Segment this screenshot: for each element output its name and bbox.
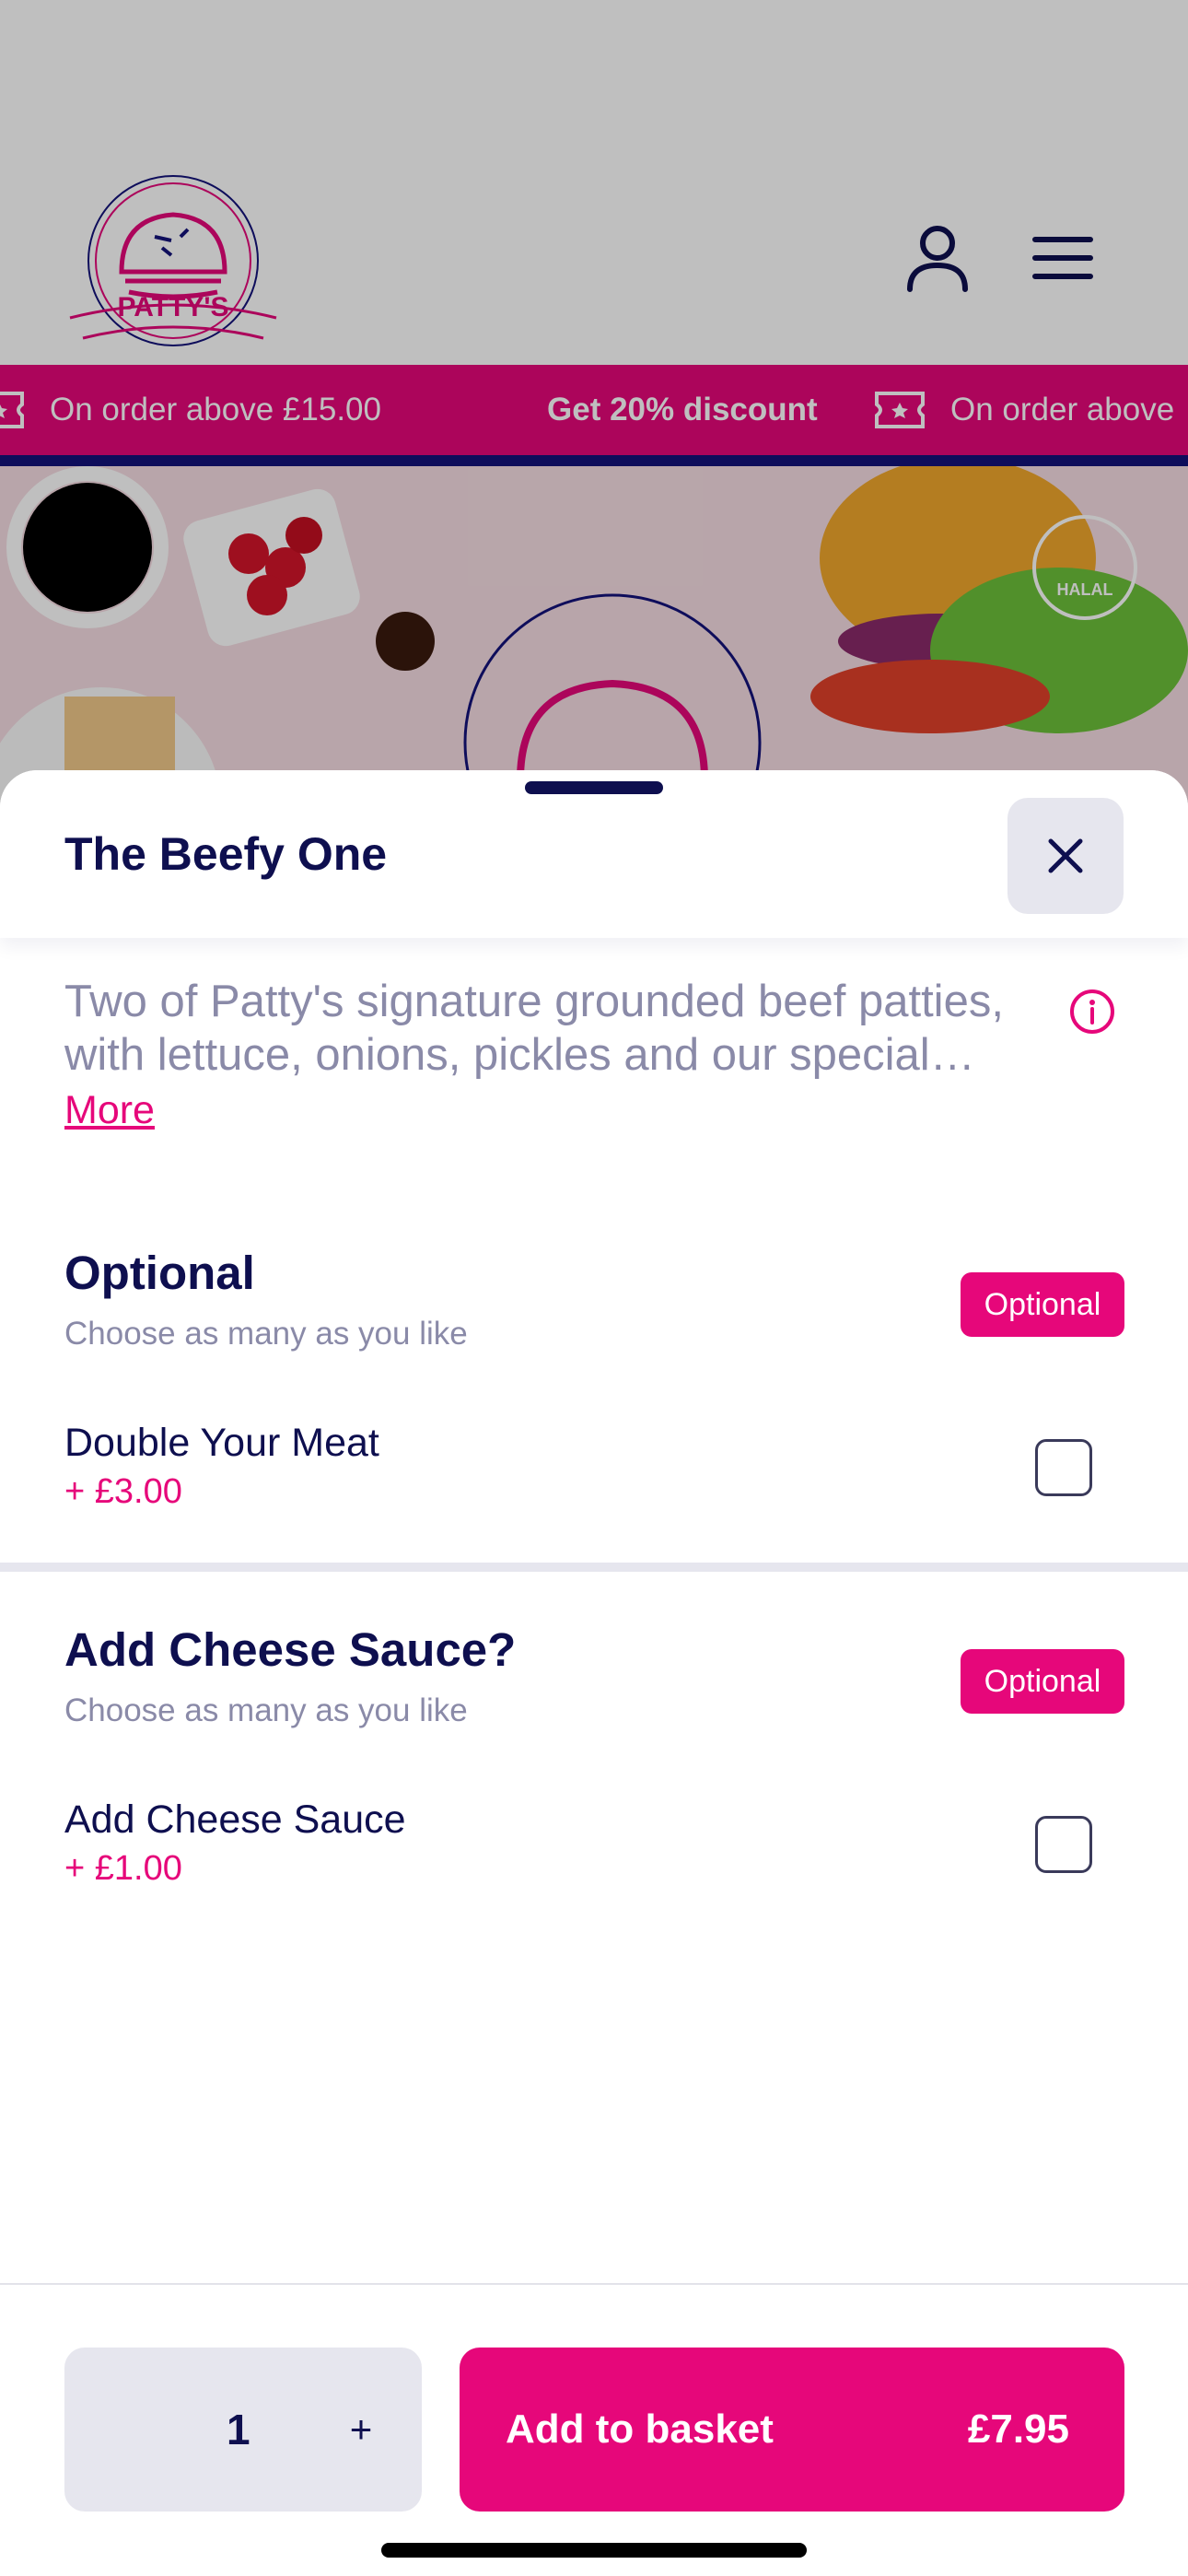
option-group-subtitle: Choose as many as you like xyxy=(64,1692,468,1728)
close-icon xyxy=(1048,838,1083,873)
section-divider xyxy=(0,1563,1188,1572)
more-link[interactable]: More xyxy=(64,1083,155,1137)
product-title: The Beefy One xyxy=(64,828,388,880)
option-name: Add Cheese Sauce xyxy=(64,1797,406,1842)
add-to-basket-button[interactable]: Add to basket £7.95 xyxy=(460,2348,1124,2512)
option-group-title: Optional xyxy=(64,1247,255,1299)
info-icon[interactable] xyxy=(1068,988,1116,1036)
sheet-header: The Beefy One xyxy=(0,770,1188,938)
option-checkbox[interactable] xyxy=(1035,1816,1092,1873)
add-to-basket-label: Add to basket xyxy=(506,2406,774,2452)
basket-total-price: £7.95 xyxy=(967,2406,1069,2452)
quantity-stepper[interactable]: 1 + xyxy=(64,2348,422,2512)
footer-divider xyxy=(0,2283,1188,2285)
option-price: + £3.00 xyxy=(64,1472,182,1511)
home-indicator[interactable] xyxy=(381,2543,807,2558)
optional-badge: Optional xyxy=(961,1649,1124,1714)
sheet-drag-handle[interactable] xyxy=(525,781,663,794)
quantity-value: 1 xyxy=(227,2406,250,2453)
option-price: + £1.00 xyxy=(64,1849,182,1888)
product-options-sheet: The Beefy One Two of Patty's signature g… xyxy=(0,770,1188,2576)
option-group-subtitle: Choose as many as you like xyxy=(64,1316,468,1352)
product-description: Two of Patty's signature grounded beef p… xyxy=(64,975,1041,1137)
description-text: Two of Patty's signature grounded beef p… xyxy=(64,977,1004,1080)
increment-button[interactable]: + xyxy=(315,2348,407,2512)
option-group-title: Add Cheese Sauce? xyxy=(64,1623,517,1676)
optional-badge: Optional xyxy=(961,1272,1124,1337)
option-name: Double Your Meat xyxy=(64,1421,379,1465)
option-checkbox[interactable] xyxy=(1035,1439,1092,1496)
close-button[interactable] xyxy=(1007,798,1124,914)
